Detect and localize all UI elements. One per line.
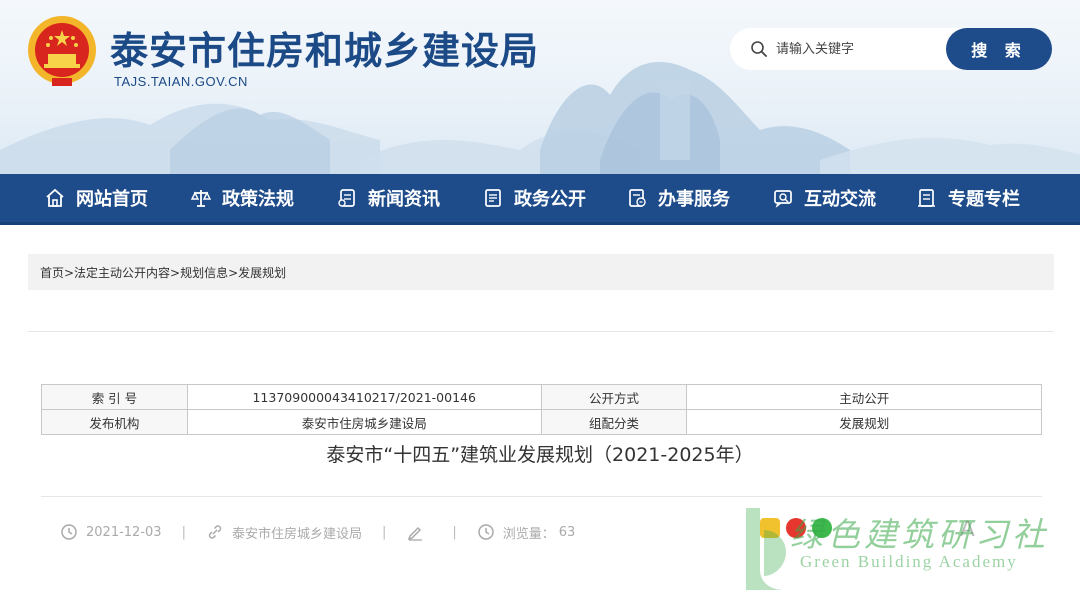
scale-icon — [190, 190, 212, 207]
document-meta-table: 索 引 号 113709000043410217/2021-00146 公开方式… — [41, 384, 1042, 435]
nav-item-interaction[interactable]: 互动交流 — [772, 173, 876, 224]
separator: | — [181, 524, 186, 540]
divider — [41, 496, 1042, 497]
search-input[interactable] — [774, 40, 944, 58]
watermark-text-cn: 绿色建筑研习社 — [790, 515, 1049, 554]
site-domain: TAJS.TAIAN.GOV.CN — [114, 74, 248, 89]
nav-item-label: 互动交流 — [804, 189, 876, 210]
nav-item-services[interactable]: 办事服务 — [626, 173, 730, 224]
separator: | — [381, 524, 387, 540]
home-icon — [46, 188, 64, 207]
clock-icon — [478, 524, 494, 540]
table-row: 索 引 号 113709000043410217/2021-00146 公开方式… — [41, 384, 1042, 410]
nav-item-news[interactable]: 新闻资讯 — [336, 173, 440, 224]
watermark-text-en: Green Building Academy — [800, 552, 1018, 571]
document-info-bar: 2021-12-03 | 泰安市住房城乡建设局 | | 浏览量： 63 — [60, 518, 575, 546]
nav-item-home[interactable]: 网站首页 — [44, 173, 148, 224]
main-nav: 网站首页 政策法规 新闻资讯 政务公开 办事服务 互动交流 专题专栏 — [0, 174, 1080, 225]
nav-item-policy[interactable]: 政策法规 — [190, 173, 294, 224]
table-row: 发布机构 泰安市住房城乡建设局 组配分类 发展规划 — [41, 409, 1042, 435]
publish-date: 2021-12-03 — [86, 524, 162, 540]
service-icon — [629, 189, 646, 207]
clock-icon — [61, 524, 77, 540]
document-source: 泰安市住房城乡建设局 — [231, 526, 362, 542]
search-icon — [751, 41, 767, 57]
column-icon — [918, 189, 935, 207]
national-emblem-icon — [28, 16, 96, 86]
open-mode-value: 主动公开 — [686, 384, 1042, 410]
nav-item-government-affairs[interactable]: 政务公开 — [482, 173, 586, 224]
nav-item-label: 网站首页 — [76, 189, 148, 210]
open-mode-label: 公开方式 — [540, 384, 688, 410]
news-icon — [338, 189, 355, 207]
nav-item-label: 办事服务 — [658, 189, 730, 210]
document-icon — [485, 189, 501, 207]
author-pen-icon — [408, 526, 423, 541]
views-count: 63 — [558, 524, 576, 540]
divider — [28, 331, 1054, 332]
nav-item-label: 专题专栏 — [948, 189, 1020, 210]
chat-icon — [774, 190, 792, 208]
category-label: 组配分类 — [540, 409, 688, 435]
nav-item-label: 政务公开 — [514, 189, 586, 210]
document-title: 泰安市“十四五”建筑业发展规划（2021-2025年） — [326, 444, 754, 466]
views-label: 浏览量： — [502, 526, 555, 542]
site-header: 泰安市住房和城乡建设局 TAJS.TAIAN.GOV.CN 搜 索 — [0, 0, 1080, 174]
nav-item-label: 政策法规 — [222, 189, 294, 210]
separator: | — [452, 524, 457, 540]
category-value: 发展规划 — [686, 409, 1042, 435]
site-title: 泰安市住房和城乡建设局 — [110, 28, 540, 73]
breadcrumb[interactable]: 首页>法定主动公开内容>规划信息>发展规划 — [28, 254, 1054, 290]
nav-item-special-column[interactable]: 专题专栏 — [916, 173, 1020, 224]
publisher-value: 泰安市住房城乡建设局 — [186, 409, 542, 435]
nav-item-label: 新闻资讯 — [368, 189, 440, 210]
index-number-label: 索 引 号 — [41, 384, 188, 410]
search-button[interactable]: 搜 索 — [946, 28, 1052, 70]
index-number-value: 113709000043410217/2021-00146 — [186, 384, 542, 410]
link-icon — [208, 525, 222, 539]
publisher-label: 发布机构 — [41, 409, 188, 435]
search-box — [730, 28, 966, 70]
